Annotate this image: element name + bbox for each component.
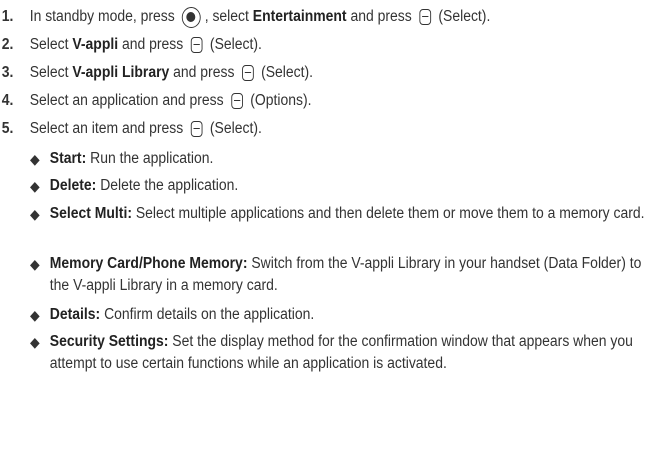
step-text: , select bbox=[204, 8, 249, 25]
softkey-icon bbox=[241, 65, 254, 81]
option-memory-card: ◆ Memory Card/Phone Memory: Switch from … bbox=[30, 253, 660, 297]
diamond-bullet-icon: ◆ bbox=[30, 151, 40, 167]
step-2: 2. Select V-appli and press (Select). bbox=[0, 31, 262, 59]
step-text: and press bbox=[173, 64, 235, 81]
option-description: Select multiple applications and then de… bbox=[135, 205, 645, 222]
step-number: 3. bbox=[1, 64, 14, 81]
diamond-bullet-icon: ◆ bbox=[30, 256, 40, 272]
menu-item-name: V-appli Library bbox=[72, 64, 170, 81]
step-text: In standby mode, press bbox=[29, 8, 175, 25]
option-select-multi: ◆ Select Multi: Select multiple applicat… bbox=[30, 203, 660, 225]
step-3: 3. Select V-appli Library and press (Sel… bbox=[0, 59, 313, 87]
step-text: Select an item and press bbox=[29, 120, 184, 137]
option-label: Select Multi: bbox=[49, 205, 132, 222]
step-text: (Select). bbox=[261, 64, 314, 81]
diamond-bullet-icon: ◆ bbox=[30, 206, 40, 222]
option-label: Security Settings: bbox=[49, 333, 169, 350]
softkey-icon bbox=[190, 121, 203, 137]
manual-page: 1. In standby mode, press , select Enter… bbox=[0, 0, 669, 463]
option-details: ◆ Details: Confirm details on the applic… bbox=[30, 304, 660, 326]
diamond-bullet-icon: ◆ bbox=[30, 307, 40, 323]
step-text: Select bbox=[29, 64, 69, 81]
step-text: (Select). bbox=[438, 8, 491, 25]
diamond-bullet-icon: ◆ bbox=[30, 178, 40, 194]
step-text: (Select). bbox=[209, 36, 262, 53]
option-label: Details: bbox=[49, 306, 101, 323]
option-description: Run the application. bbox=[90, 150, 214, 167]
step-1: 1. In standby mode, press , select Enter… bbox=[0, 3, 490, 31]
option-label: Memory Card/Phone Memory: bbox=[49, 255, 248, 272]
option-description: Delete the application. bbox=[100, 177, 239, 194]
step-text: Select bbox=[29, 36, 69, 53]
option-label: Delete: bbox=[49, 177, 97, 194]
option-label: Start: bbox=[49, 150, 87, 167]
option-description: Confirm details on the application. bbox=[104, 306, 315, 323]
option-security-settings: ◆ Security Settings: Set the display met… bbox=[30, 331, 660, 375]
step-5: 5. Select an item and press (Select). bbox=[0, 115, 262, 143]
step-text: (Options). bbox=[250, 92, 312, 109]
step-number: 2. bbox=[1, 36, 14, 53]
diamond-bullet-icon: ◆ bbox=[30, 334, 40, 350]
step-text: and press bbox=[350, 8, 412, 25]
step-text: Select an application and press bbox=[29, 92, 224, 109]
step-text: (Select). bbox=[209, 120, 262, 137]
menu-item-name: V-appli bbox=[72, 36, 119, 53]
step-text: and press bbox=[121, 36, 184, 53]
step-number: 5. bbox=[1, 120, 14, 137]
center-key-icon bbox=[182, 6, 202, 28]
softkey-icon bbox=[190, 37, 203, 53]
step-number: 4. bbox=[1, 92, 14, 109]
step-4: 4. Select an application and press (Opti… bbox=[0, 87, 311, 115]
menu-item-name: Entertainment bbox=[252, 8, 347, 25]
step-number: 1. bbox=[1, 8, 14, 25]
option-start: ◆ Start: Run the application. bbox=[30, 148, 660, 170]
option-delete: ◆ Delete: Delete the application. bbox=[30, 175, 660, 197]
softkey-icon bbox=[231, 93, 243, 109]
softkey-icon bbox=[419, 9, 431, 25]
